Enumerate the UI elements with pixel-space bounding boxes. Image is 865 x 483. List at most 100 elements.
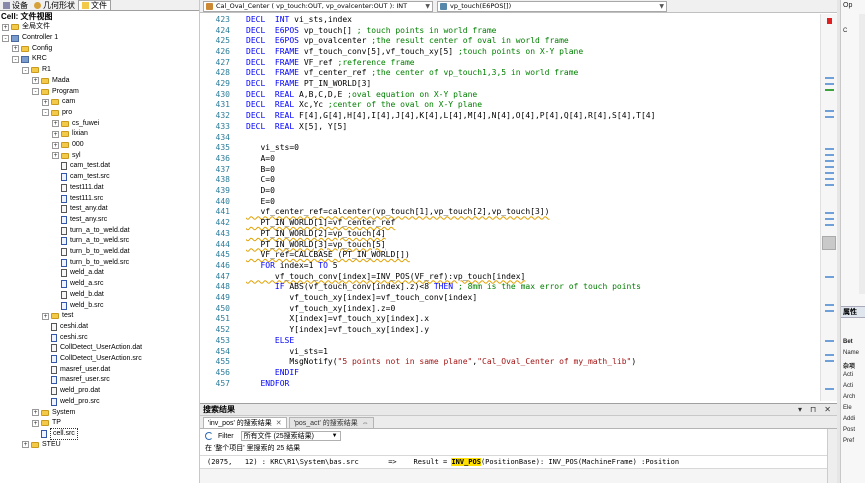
code-line[interactable]: 457 ENDFOR: [200, 378, 290, 389]
tree-folder-item[interactable]: + cs_fuwei: [52, 118, 99, 129]
tree-file-item[interactable]: ceshi.src: [42, 332, 88, 343]
tree-folder-item[interactable]: + 全局文件: [2, 22, 50, 33]
code-line[interactable]: 444 PT_IN_WORLD[3]=vp_touch[5]: [200, 239, 386, 250]
code-line[interactable]: 426 DECL FRAME vf_touch_conv[5],vf_touch_…: [200, 46, 584, 57]
tree-folder-item[interactable]: + cam: [42, 97, 75, 108]
expand-icon[interactable]: +: [52, 141, 59, 149]
tree-file-item[interactable]: masref_user.dat: [42, 364, 110, 375]
tree-file-item[interactable]: weld_a.src: [52, 279, 103, 290]
code-line[interactable]: 441 vf_center_ref=calcenter(vp_touch[1],…: [200, 207, 550, 218]
tree-folder-item[interactable]: +000: [52, 140, 84, 151]
tree-folder-item[interactable]: + test: [42, 311, 73, 322]
tree-file-item[interactable]: turn_b_to_weld.dat: [52, 247, 130, 258]
tree-file-item[interactable]: weld_a.dat: [52, 268, 104, 279]
code-line[interactable]: 453 ELSE: [200, 335, 295, 346]
scroll-marker[interactable]: [825, 388, 834, 390]
scroll-marker[interactable]: [825, 77, 834, 79]
tree-file-item[interactable]: test111.src: [52, 193, 103, 204]
code-line[interactable]: 442 PT_IN_WORLD[1]=vf_center_ref: [200, 217, 396, 228]
code-line[interactable]: 438 C=0: [200, 175, 275, 186]
code-line[interactable]: 446 FOR index=1 TO 5: [200, 260, 338, 271]
tree-file-item[interactable]: cam_test.dat: [52, 161, 110, 172]
collapse-icon[interactable]: -: [12, 55, 19, 63]
tree-folder-item[interactable]: + syl: [52, 150, 81, 161]
code-line[interactable]: 456 ENDIF: [200, 367, 299, 378]
code-line[interactable]: 429 DECL FRAME PT_IN_WORLD[3]: [200, 78, 372, 89]
scroll-marker[interactable]: [825, 166, 834, 168]
code-line[interactable]: 430 DECL REAL A,B,C,D,E ;oval equation on…: [200, 89, 478, 100]
scroll-marker[interactable]: [825, 89, 834, 91]
tab-pos-act-results[interactable]: 'pos_act' 的搜索结果 ⇔: [288, 417, 374, 428]
scroll-marker[interactable]: [825, 218, 834, 220]
tree-file-item[interactable]: cam_test.src: [52, 172, 110, 183]
code-line[interactable]: 427 DECL FRAME VF_ref ;reference frame: [200, 57, 415, 68]
refresh-icon[interactable]: [205, 432, 213, 440]
scroll-marker[interactable]: [825, 212, 834, 214]
tree-file-item[interactable]: weld_pro.src: [42, 397, 100, 408]
tree-folder-item[interactable]: - Controller 1: [2, 33, 58, 44]
tab-geometry[interactable]: 几何形状: [31, 0, 78, 10]
expand-icon[interactable]: +: [32, 419, 39, 427]
expand-icon[interactable]: +: [52, 152, 59, 160]
collapse-icon[interactable]: -: [2, 34, 9, 42]
scroll-marker[interactable]: [825, 276, 834, 278]
code-line[interactable]: 455 MsgNotify("5 points not in same plan…: [200, 356, 637, 367]
expand-icon[interactable]: +: [32, 77, 39, 85]
tab-devices[interactable]: 设备: [0, 0, 31, 10]
code-line[interactable]: 428 DECL FRAME vf_center_ref ;the center …: [200, 68, 579, 79]
expand-icon[interactable]: +: [42, 312, 49, 320]
close-icon[interactable]: ✕: [824, 405, 831, 414]
code-line[interactable]: 432 DECL REAL F[4],G[4],H[4],I[4],J[4],K[…: [200, 110, 656, 121]
error-marker[interactable]: [827, 18, 832, 24]
tree-file-item[interactable]: cell.src: [32, 427, 78, 440]
scroll-marker[interactable]: [825, 340, 834, 342]
scroll-marker[interactable]: [825, 178, 834, 180]
scroll-marker[interactable]: [825, 224, 834, 226]
code-line[interactable]: 443 PT_IN_WORLD[2]=vp_touch[4]: [200, 228, 386, 239]
tree-file-item[interactable]: masref_user.src: [42, 375, 110, 386]
code-line[interactable]: 433 DECL REAL X[5], Y[5]: [200, 121, 348, 132]
scroll-marker[interactable]: [825, 110, 834, 112]
scroll-marker[interactable]: [825, 184, 834, 186]
code-line[interactable]: 449 vf_touch_xy[index]=vf_touch_conv[ind…: [200, 292, 478, 303]
code-line[interactable]: 423 DECL INT vi_sts,index: [200, 14, 352, 25]
code-line[interactable]: 451 X[index]=vf_touch_xy[index].x: [200, 314, 429, 325]
swap-icon[interactable]: ⇔: [362, 420, 369, 427]
right-tree-item[interactable]: C: [843, 28, 847, 34]
tab-inv-pos-results[interactable]: 'inv_pos' 的搜索结果 ✕: [203, 417, 287, 428]
code-line[interactable]: 424 DECL E6POS vp_touch[] ; touch points …: [200, 25, 497, 36]
close-tab-icon[interactable]: ✕: [276, 419, 282, 427]
code-line[interactable]: 447 vf_touch_conv[index]=INV_POS(VF_ref)…: [200, 271, 526, 282]
code-line[interactable]: 454 vi_sts=1: [200, 346, 328, 357]
tree-file-item[interactable]: weld_b.src: [52, 300, 103, 311]
tree-file-item[interactable]: weld_pro.dat: [42, 386, 100, 397]
tree-file-item[interactable]: CollDetect_UserAction.dat: [42, 343, 142, 354]
tree-file-item[interactable]: test111.dat: [52, 183, 104, 194]
function-combo[interactable]: Cal_Oval_Center ( vp_touch:OUT, vp_ovalc…: [203, 0, 433, 12]
scroll-marker[interactable]: [825, 160, 834, 162]
scroll-marker[interactable]: [825, 304, 834, 306]
scroll-marker[interactable]: [825, 354, 834, 356]
scroll-marker[interactable]: [825, 172, 834, 174]
pin-icon[interactable]: ⊓: [810, 405, 816, 414]
code-line[interactable]: 439 D=0: [200, 185, 275, 196]
tree-file-item[interactable]: CollDetect_UserAction.src: [42, 354, 142, 365]
collapse-icon[interactable]: -: [42, 109, 49, 117]
tree-folder-item[interactable]: + lixian: [52, 129, 88, 140]
tree-file-item[interactable]: test_any.src: [52, 215, 107, 226]
tree-folder-item[interactable]: - R1: [22, 65, 51, 76]
tree-file-item[interactable]: turn_b_to_weld.src: [52, 257, 129, 268]
expand-icon[interactable]: +: [52, 120, 59, 128]
tree-folder-item[interactable]: - KRC: [12, 54, 47, 65]
code-line[interactable]: 434: [200, 132, 246, 143]
collapse-icon[interactable]: -: [32, 88, 39, 96]
expand-icon[interactable]: +: [12, 45, 19, 53]
filter-select[interactable]: 所有文件 (25搜索结果) ▼: [240, 431, 341, 441]
code-text-area[interactable]: 423 DECL INT vi_sts,index 424 DECL E6POS vp…: [200, 14, 818, 401]
scroll-marker[interactable]: [825, 310, 834, 312]
dropdown-icon[interactable]: ▾: [798, 405, 802, 414]
code-line[interactable]: 450 vf_touch_xy[index].z=0: [200, 303, 396, 314]
expand-icon[interactable]: +: [52, 130, 59, 138]
scroll-marker[interactable]: [825, 154, 834, 156]
tree-file-item[interactable]: turn_a_to_weld.src: [52, 236, 129, 247]
